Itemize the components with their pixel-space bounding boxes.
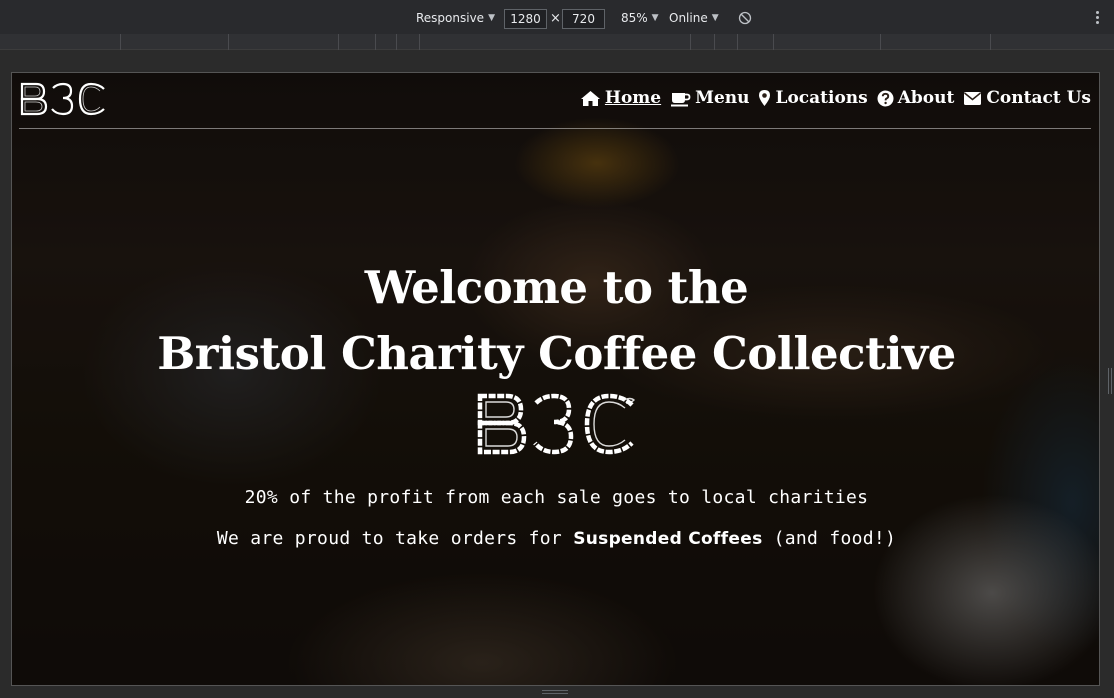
device-select[interactable]: Responsive ▼ [416, 11, 495, 25]
nav-label: Locations [775, 88, 868, 108]
main-nav: Home Menu Locations About Contact Us [580, 88, 1091, 108]
throttling-select-label: Online [669, 11, 708, 25]
width-input[interactable]: 1280 [504, 9, 547, 29]
dimension-separator: × [550, 11, 561, 26]
home-icon [580, 90, 600, 106]
nav-label: About [897, 88, 955, 108]
hero-title: Welcome to the Bristol Charity Coffee Co… [12, 255, 1099, 387]
nav-about-link[interactable]: About [877, 88, 955, 108]
hero-tagline: 20% of the profit from each sale goes to… [244, 487, 869, 508]
resize-handle-right[interactable] [1108, 368, 1112, 394]
chevron-down-icon: ▼ [488, 13, 495, 23]
hero-title-line-2: Bristol Charity Coffee Collective [157, 327, 956, 380]
device-toolbar: Responsive ▼ 1280 × 720 85% ▼ Online ▼ [0, 0, 1114, 38]
hero-logo [477, 393, 635, 455]
nav-locations-link[interactable]: Locations [758, 88, 868, 108]
coffee-cup-icon [671, 92, 691, 106]
site-header: Home Menu Locations About Contact Us [19, 73, 1091, 129]
map-marker-icon [759, 90, 771, 106]
media-query-ruler [0, 34, 1114, 50]
chevron-down-icon: ▼ [711, 13, 719, 23]
device-viewport: Home Menu Locations About Contact Us Wel… [11, 72, 1100, 686]
zoom-select-label: 85% [621, 11, 648, 25]
nav-label: Home [604, 88, 662, 108]
brand-logo[interactable] [19, 81, 109, 117]
rotate-icon[interactable] [738, 11, 752, 28]
hero-title-line-1: Welcome to the [364, 261, 749, 314]
nav-home-link[interactable]: Home [580, 88, 661, 108]
throttling-select[interactable]: Online ▼ [669, 11, 719, 25]
chevron-down-icon: ▼ [651, 13, 659, 23]
nav-menu-link[interactable]: Menu [670, 88, 749, 108]
hero-section: Welcome to the Bristol Charity Coffee Co… [12, 255, 1099, 549]
resize-handle-bottom[interactable] [542, 690, 568, 694]
suspended-coffees-highlight: Suspended Coffees [573, 529, 763, 549]
hero-line2-suffix: (and food!) [762, 528, 897, 549]
envelope-icon [964, 91, 982, 105]
device-select-label: Responsive [416, 11, 485, 25]
zoom-select[interactable]: 85% ▼ [621, 11, 659, 25]
nav-label: Contact Us [986, 88, 1091, 108]
more-options-icon[interactable] [1096, 11, 1102, 26]
question-circle-icon [877, 90, 894, 106]
nav-label: Menu [695, 88, 750, 108]
hero-line2-prefix: We are proud to take orders for [216, 528, 574, 549]
hero-suspended-coffees-text: We are proud to take orders for Suspende… [12, 528, 1099, 549]
height-input[interactable]: 720 [562, 9, 605, 29]
nav-contact-link[interactable]: Contact Us [963, 88, 1091, 108]
